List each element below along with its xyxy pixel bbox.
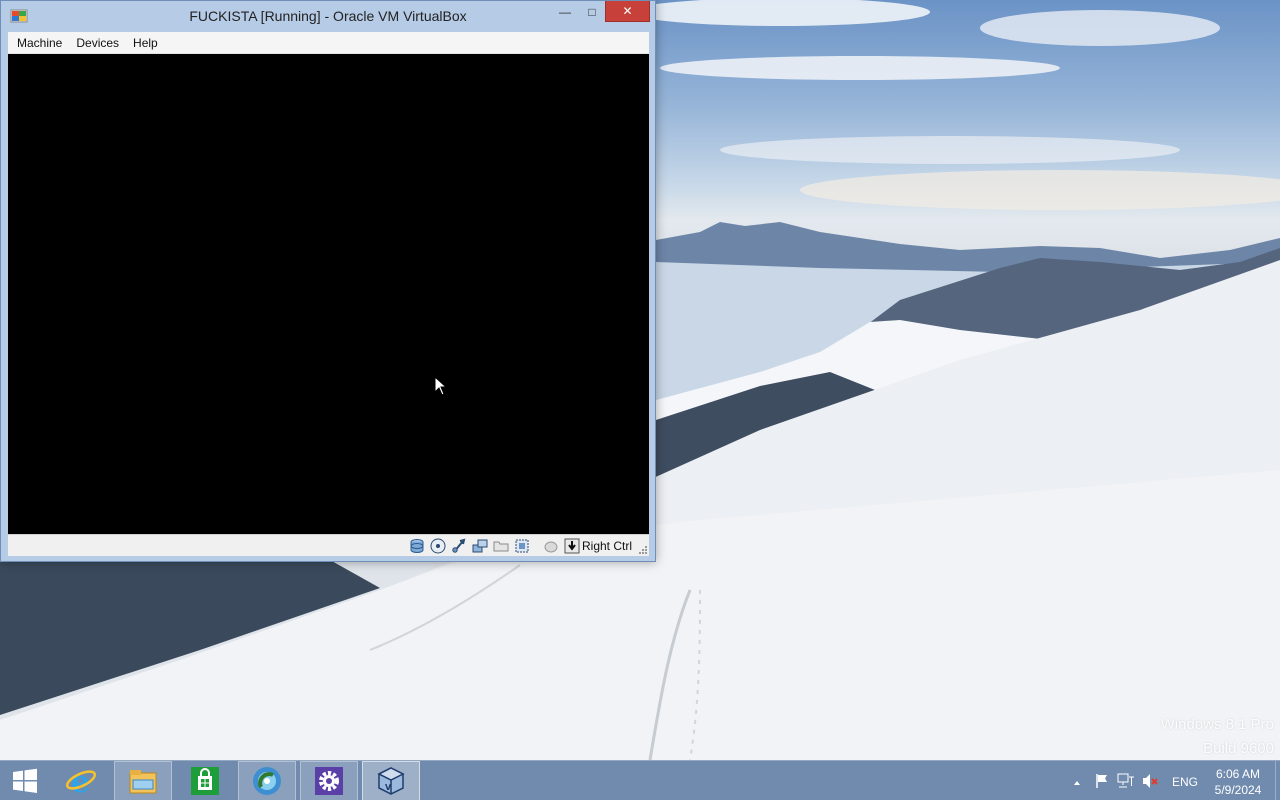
- file-explorer-icon: [129, 770, 157, 794]
- show-desktop-button[interactable]: [1275, 761, 1280, 800]
- menu-machine[interactable]: Machine: [10, 36, 69, 50]
- mouse-pointer-icon: [434, 376, 448, 396]
- network-icon[interactable]: [1117, 773, 1135, 794]
- show-hidden-icons-chevron-icon[interactable]: [1072, 775, 1082, 793]
- minimize-button[interactable]: —: [552, 1, 578, 22]
- input-language-indicator[interactable]: ENG: [1172, 775, 1198, 789]
- svg-text:V: V: [385, 783, 392, 792]
- taskbar-media-player[interactable]: [238, 761, 296, 800]
- taskbar: e V ENG 6:06 AM 5/9/2024: [0, 760, 1280, 800]
- host-key-label: Right Ctrl: [582, 539, 633, 553]
- vm-display[interactable]: [8, 54, 649, 534]
- media-player-icon: [253, 767, 281, 795]
- mouse-integration-icon[interactable]: [543, 538, 559, 554]
- taskbar-store[interactable]: [176, 761, 234, 800]
- close-icon: ✕: [622, 4, 633, 18]
- windows-build-watermark: Build 9600: [1203, 740, 1274, 757]
- windows-logo-icon: [13, 768, 37, 793]
- window-titlebar[interactable]: FUCKISTA [Running] - Oracle VM VirtualBo…: [1, 1, 655, 31]
- action-center-flag-icon[interactable]: [1094, 773, 1110, 794]
- clock[interactable]: 6:06 AM 5/9/2024: [1206, 766, 1270, 798]
- taskbar-file-explorer[interactable]: [114, 761, 172, 800]
- taskbar-settings[interactable]: [300, 761, 358, 800]
- host-key-icon[interactable]: [564, 538, 580, 554]
- menu-help[interactable]: Help: [126, 36, 165, 50]
- internet-explorer-icon: e: [65, 765, 97, 797]
- taskbar-internet-explorer[interactable]: e: [52, 761, 110, 800]
- settings-gear-icon: [315, 767, 343, 795]
- resize-grip-icon[interactable]: [639, 546, 647, 554]
- minimize-icon: —: [559, 4, 571, 19]
- store-icon: [191, 767, 219, 795]
- maximize-button[interactable]: □: [579, 1, 605, 22]
- network-icon[interactable]: [472, 538, 488, 554]
- volume-muted-icon[interactable]: [1142, 773, 1160, 794]
- windows-edition-watermark: Windows 8.1 Pro: [1160, 716, 1274, 733]
- menu-devices[interactable]: Devices: [69, 36, 126, 50]
- menu-bar: Machine Devices Help: [8, 32, 649, 54]
- clock-time: 6:06 AM: [1215, 767, 1261, 781]
- vm-status-bar: Right Ctrl: [8, 534, 649, 556]
- usb-icon[interactable]: [451, 538, 467, 554]
- shared-folders-icon[interactable]: [493, 538, 509, 554]
- svg-text:e: e: [71, 765, 90, 797]
- maximize-icon: □: [588, 4, 596, 19]
- video-capture-icon[interactable]: [514, 538, 530, 554]
- close-button[interactable]: ✕: [605, 1, 650, 22]
- virtualbox-icon: V: [377, 767, 405, 795]
- taskbar-virtualbox[interactable]: V: [362, 761, 420, 800]
- clock-date: 5/9/2024: [1214, 783, 1262, 797]
- virtualbox-vm-window: FUCKISTA [Running] - Oracle VM VirtualBo…: [0, 0, 656, 562]
- hard-disk-icon[interactable]: [409, 538, 425, 554]
- start-button[interactable]: [0, 761, 50, 800]
- optical-drive-icon[interactable]: [430, 538, 446, 554]
